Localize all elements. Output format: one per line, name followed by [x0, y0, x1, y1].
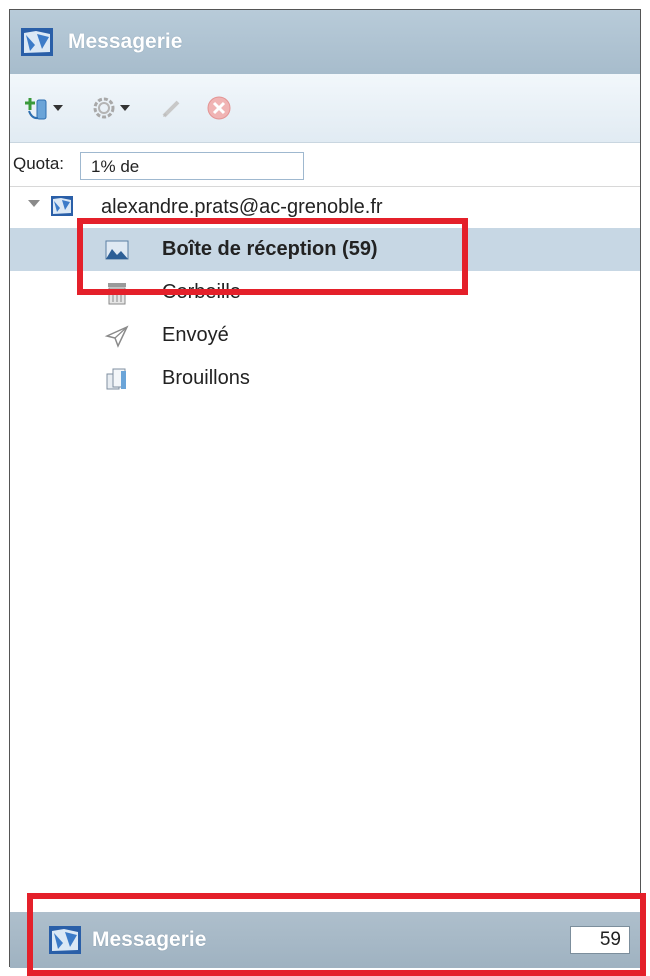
folder-drafts[interactable]: Brouillons — [10, 357, 640, 400]
quota-label: Quota: — [13, 154, 65, 173]
drafts-icon — [106, 368, 126, 390]
folder-inbox[interactable]: Boîte de réception (59) — [10, 228, 640, 271]
expand-toggle-icon[interactable] — [28, 200, 40, 207]
rename-button[interactable] — [160, 96, 184, 120]
account-node[interactable]: alexandre.prats@ac-grenoble.fr — [10, 186, 640, 226]
unread-count-badge: 59 — [570, 926, 630, 954]
gear-icon — [93, 97, 115, 119]
delete-icon — [207, 96, 231, 120]
chevron-down-icon — [120, 105, 130, 111]
panel-title-bar[interactable]: Messagerie — [10, 10, 640, 74]
collapsed-panel-title: Messagerie — [92, 928, 207, 951]
sent-icon — [104, 325, 129, 348]
quota-row: Quota: 1% de — [10, 142, 640, 187]
trash-icon — [108, 283, 126, 305]
new-folder-button[interactable] — [24, 94, 63, 122]
new-folder-icon — [25, 98, 47, 120]
panel-title: Messagerie — [68, 30, 183, 53]
chevron-down-icon — [53, 105, 63, 111]
folder-label: Brouillons — [162, 367, 250, 389]
collapsed-panel-bar[interactable]: Messagerie 59 — [10, 912, 640, 968]
folder-label: Envoyé — [162, 324, 229, 346]
folder-label: Corbeille — [162, 281, 241, 303]
quota-bar: 1% de — [80, 152, 305, 180]
messagerie-panel: Messagerie Quota: 1% de alexandre.prats@… — [9, 9, 641, 968]
messagerie-app-icon — [21, 28, 53, 56]
pencil-icon — [162, 100, 180, 118]
account-email: alexandre.prats@ac-grenoble.fr — [101, 196, 383, 218]
settings-button[interactable] — [91, 95, 130, 121]
folder-label: Boîte de réception (59) — [162, 238, 378, 260]
folder-trash[interactable]: Corbeille — [10, 271, 640, 314]
delete-button[interactable] — [206, 95, 232, 121]
folder-toolbar — [10, 74, 640, 143]
folder-sent[interactable]: Envoyé — [10, 314, 640, 357]
account-icon — [51, 196, 73, 216]
messagerie-app-icon — [49, 926, 81, 954]
inbox-icon — [105, 240, 129, 260]
